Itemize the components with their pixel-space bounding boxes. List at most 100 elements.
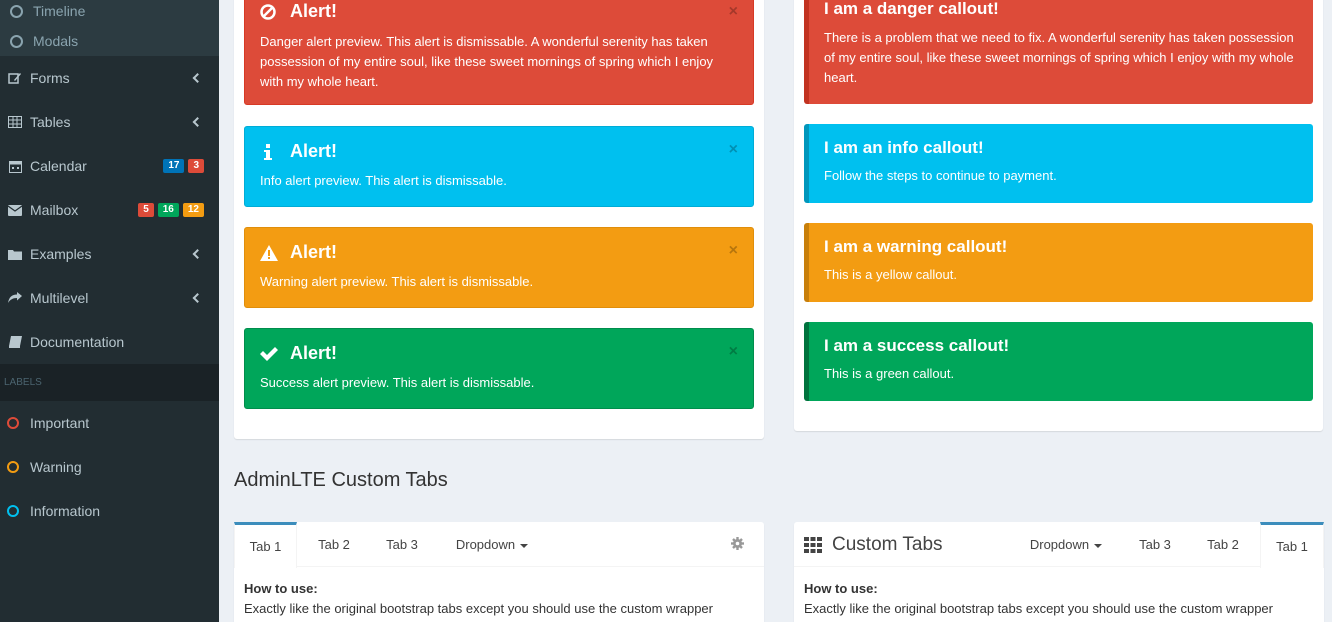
circle-icon — [7, 505, 19, 517]
alert-text: Warning alert preview. This alert is dis… — [260, 274, 534, 289]
badge: 12 — [182, 203, 204, 217]
gear-icon — [730, 536, 744, 553]
circle-icon — [10, 4, 23, 18]
gear-button[interactable] — [724, 522, 750, 567]
sidebar-item-label: Forms — [30, 70, 70, 86]
section-title: AdminLTE Custom Tabs — [234, 469, 448, 491]
tabs-nav: Tab 1 Tab 2 Tab 3 Dropdown — [234, 522, 764, 568]
sidebar-label-warning[interactable]: Warning — [0, 445, 219, 489]
sidebar-subitem-label: Timeline — [33, 3, 86, 19]
sidebar-item-label: Tables — [30, 114, 71, 130]
close-button[interactable]: × — [729, 141, 738, 159]
tab-pane: How to use: Exactly like the original bo… — [244, 579, 754, 619]
sidebar-item-label: Mailbox — [30, 202, 79, 218]
badge: 16 — [157, 203, 179, 217]
sidebar-label-important[interactable]: Important — [0, 401, 219, 445]
callout-text: This is a green callout. — [824, 366, 955, 381]
mailbox-badges: 5 16 12 — [138, 203, 204, 217]
tab-3[interactable]: Tab 3 — [372, 522, 432, 567]
tab-2[interactable]: Tab 2 — [304, 522, 364, 567]
tab-dropdown[interactable]: Dropdown — [444, 522, 540, 567]
tab-pane: How to use: Exactly like the original bo… — [804, 579, 1314, 619]
tab-dropdown[interactable]: Dropdown — [1018, 522, 1114, 567]
callout-danger: I am a danger callout! There is a proble… — [804, 0, 1313, 104]
custom-tabs-right: Custom Tabs Dropdown Tab 3 Tab 2 Tab 1 H… — [794, 522, 1324, 622]
alert-text: Danger alert preview. This alert is dism… — [260, 34, 714, 89]
alert-text: Info alert preview. This alert is dismis… — [260, 173, 507, 188]
callout-title: I am a danger callout! — [824, 0, 999, 18]
chevron-left-icon — [192, 293, 203, 303]
sidebar-item-mailbox[interactable]: Mailbox 5 16 12 — [0, 188, 219, 232]
dropdown-label: Dropdown — [1029, 537, 1090, 552]
grid-icon — [804, 536, 822, 553]
book-icon — [7, 335, 23, 349]
calendar-badges: 17 3 — [163, 159, 204, 173]
tabs-nav: Custom Tabs Dropdown Tab 3 Tab 2 Tab 1 — [794, 522, 1324, 568]
calendar-icon — [7, 159, 23, 173]
circle-icon — [7, 461, 19, 473]
circle-icon — [10, 34, 23, 48]
tab-pane-text: Exactly like the original bootstrap tabs… — [804, 601, 1273, 616]
sidebar-item-multilevel[interactable]: Multilevel — [0, 276, 219, 320]
sidebar-item-label: Documentation — [30, 334, 125, 350]
sidebar-item-label: Examples — [30, 246, 92, 262]
tab-3[interactable]: Tab 3 — [1125, 522, 1185, 567]
alert-title: Alert! — [290, 141, 338, 161]
tabs-header: Custom Tabs — [804, 522, 944, 567]
badge: 17 — [163, 159, 185, 173]
sidebar-item-forms[interactable]: Forms — [0, 56, 219, 100]
chevron-left-icon — [192, 117, 203, 127]
callout-title: I am an info callout! — [824, 138, 984, 157]
callout-warning: I am a warning callout! This is a yellow… — [804, 223, 1313, 302]
sidebar-item-label: Multilevel — [30, 290, 89, 306]
tab-2[interactable]: Tab 2 — [1193, 522, 1253, 567]
alert-title: Alert! — [290, 343, 338, 363]
caret-down-icon — [520, 543, 529, 548]
alert-title: Alert! — [290, 242, 338, 262]
callout-title: I am a success callout! — [824, 336, 1010, 355]
sidebar-subitem-timeline[interactable]: Timeline — [0, 0, 219, 25]
close-button[interactable]: × — [729, 343, 738, 361]
sidebar-labels-header: LABELS — [0, 364, 219, 401]
sidebar-subitem-modals[interactable]: Modals — [0, 27, 219, 55]
envelope-icon — [7, 203, 23, 217]
warning-icon — [260, 244, 278, 261]
callout-text: Follow the steps to continue to payment. — [824, 168, 1057, 183]
alert-danger: Alert! × Danger alert preview. This aler… — [244, 0, 754, 105]
sidebar-item-examples[interactable]: Examples — [0, 232, 219, 276]
callout-info: I am an info callout! Follow the steps t… — [804, 124, 1313, 203]
sidebar-label-text: Important — [30, 415, 90, 431]
badge: 3 — [188, 159, 204, 173]
tabs-header-title: Custom Tabs — [832, 533, 943, 555]
close-button[interactable]: × — [729, 242, 738, 260]
callout-text: There is a problem that we need to fix. … — [824, 30, 1294, 85]
tab-pane-heading: How to use: — [804, 581, 878, 596]
chevron-left-icon — [192, 249, 203, 259]
close-button[interactable]: × — [729, 3, 738, 21]
callout-success: I am a success callout! This is a green … — [804, 322, 1313, 401]
alert-success: Alert! × Success alert preview. This ale… — [244, 328, 754, 409]
sidebar-item-documentation[interactable]: Documentation — [0, 320, 219, 364]
chevron-left-icon — [192, 73, 203, 83]
check-icon — [260, 346, 278, 362]
sidebar-item-tables[interactable]: Tables — [0, 100, 219, 144]
edit-icon — [7, 71, 23, 85]
tab-pane-heading: How to use: — [244, 581, 318, 596]
share-icon — [7, 291, 23, 305]
table-icon — [7, 115, 23, 129]
alert-text: Success alert preview. This alert is dis… — [260, 375, 535, 390]
sidebar-label-information[interactable]: Information — [0, 489, 219, 533]
caret-down-icon — [1094, 543, 1103, 548]
alerts-box: Alert! × Danger alert preview. This aler… — [234, 0, 764, 439]
alert-info: Alert! × Info alert preview. This alert … — [244, 126, 754, 207]
sidebar: Timeline Modals Forms Tables Calendar 17… — [0, 0, 219, 622]
callout-title: I am a warning callout! — [824, 237, 1008, 256]
tab-1[interactable]: Tab 1 — [234, 522, 297, 568]
info-icon — [260, 143, 276, 160]
ban-icon — [260, 3, 276, 20]
tab-1[interactable]: Tab 1 — [1260, 522, 1324, 568]
sidebar-item-label: Calendar — [30, 158, 87, 174]
sidebar-item-calendar[interactable]: Calendar 17 3 — [0, 144, 219, 188]
sidebar-label-text: Warning — [30, 459, 82, 475]
sidebar-submenu: Timeline Modals — [0, 0, 219, 56]
